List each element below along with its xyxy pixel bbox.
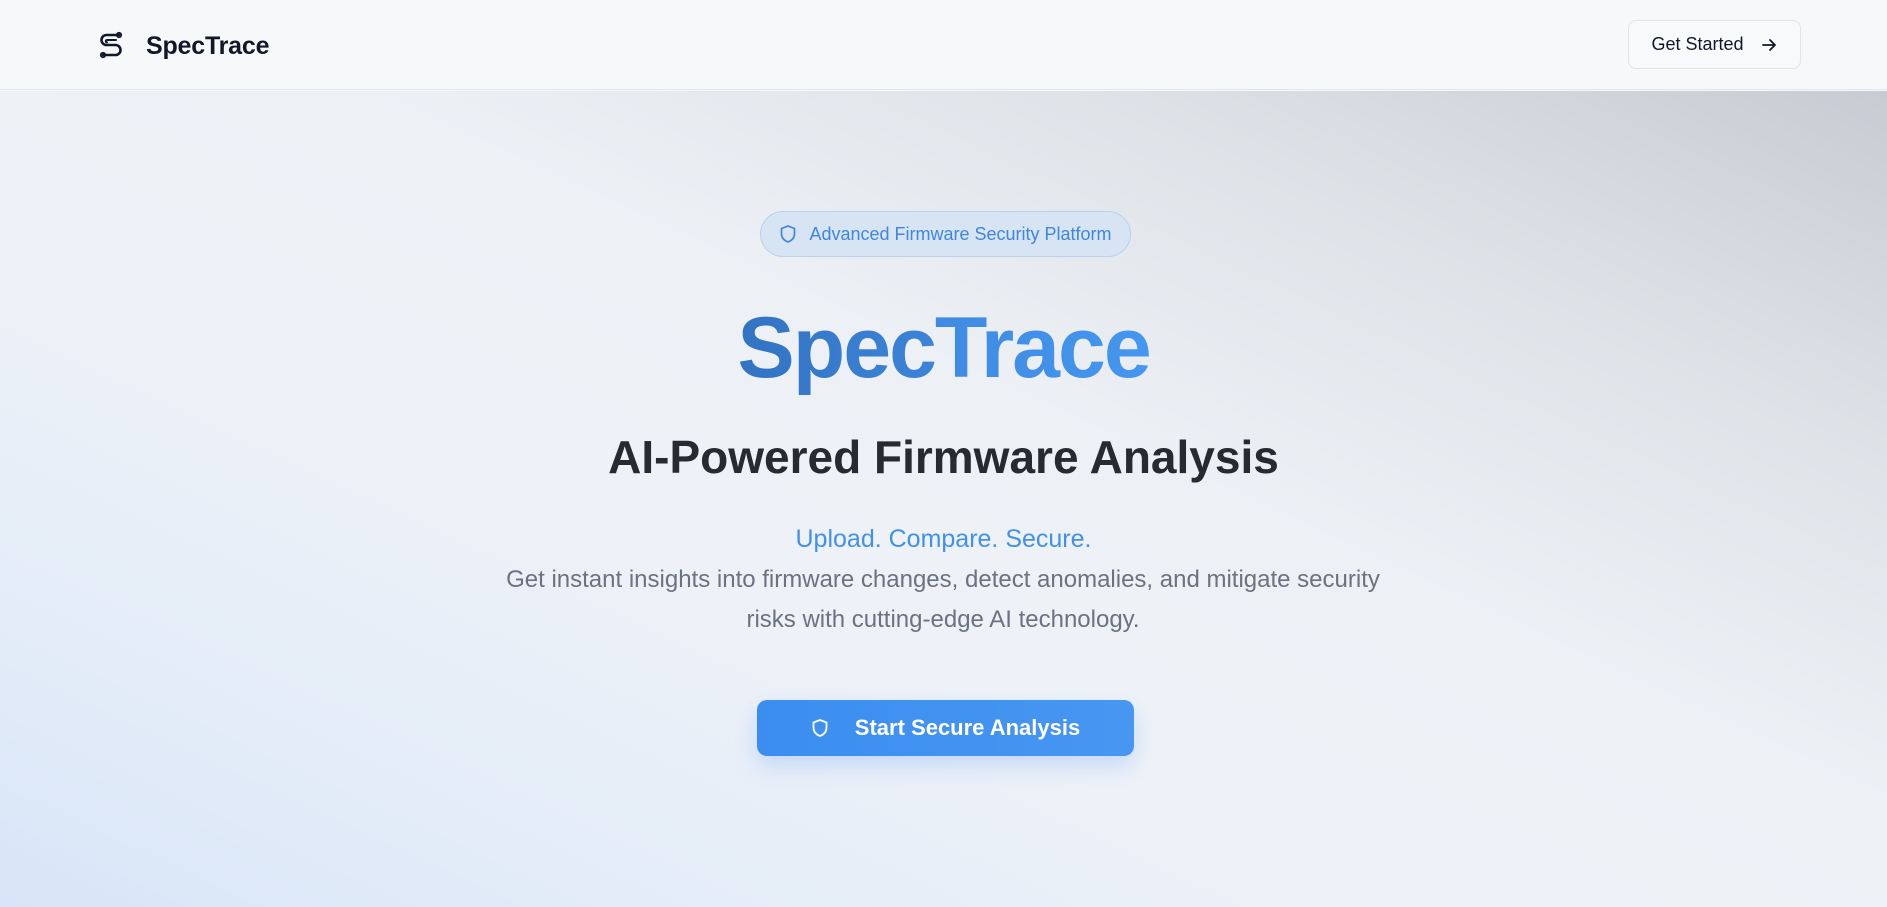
hero-tagline: Upload. Compare. Secure. xyxy=(795,525,1092,553)
badge-label: Advanced Firmware Security Platform xyxy=(809,223,1112,244)
hero-title-trace: Trace xyxy=(934,300,1152,396)
cta-label: Start Secure Analysis xyxy=(854,715,1081,740)
hero-section: Advanced Firmware Security Platform Spec… xyxy=(0,91,1887,907)
s-logo-icon xyxy=(96,29,126,63)
hero-title-spec: Spec xyxy=(737,300,937,396)
top-navigation-bar: SpecTrace Get Started xyxy=(0,0,1887,90)
shield-icon xyxy=(811,718,829,738)
hero-description: Get instant insights into firmware chang… xyxy=(506,566,1380,633)
shield-icon xyxy=(779,224,797,244)
get-started-label: Get Started xyxy=(1651,34,1744,54)
arrow-right-icon xyxy=(1760,36,1778,54)
start-secure-analysis-button[interactable]: Start Secure Analysis xyxy=(757,700,1134,756)
get-started-button[interactable]: Get Started xyxy=(1628,20,1801,69)
platform-badge: Advanced Firmware Security Platform xyxy=(760,211,1131,257)
hero-subtitle: AI-Powered Firmware Analysis xyxy=(608,431,1279,483)
brand[interactable]: SpecTrace xyxy=(96,28,269,64)
brand-name: SpecTrace xyxy=(146,31,270,60)
hero-title: SpecTrace xyxy=(0,298,1887,398)
